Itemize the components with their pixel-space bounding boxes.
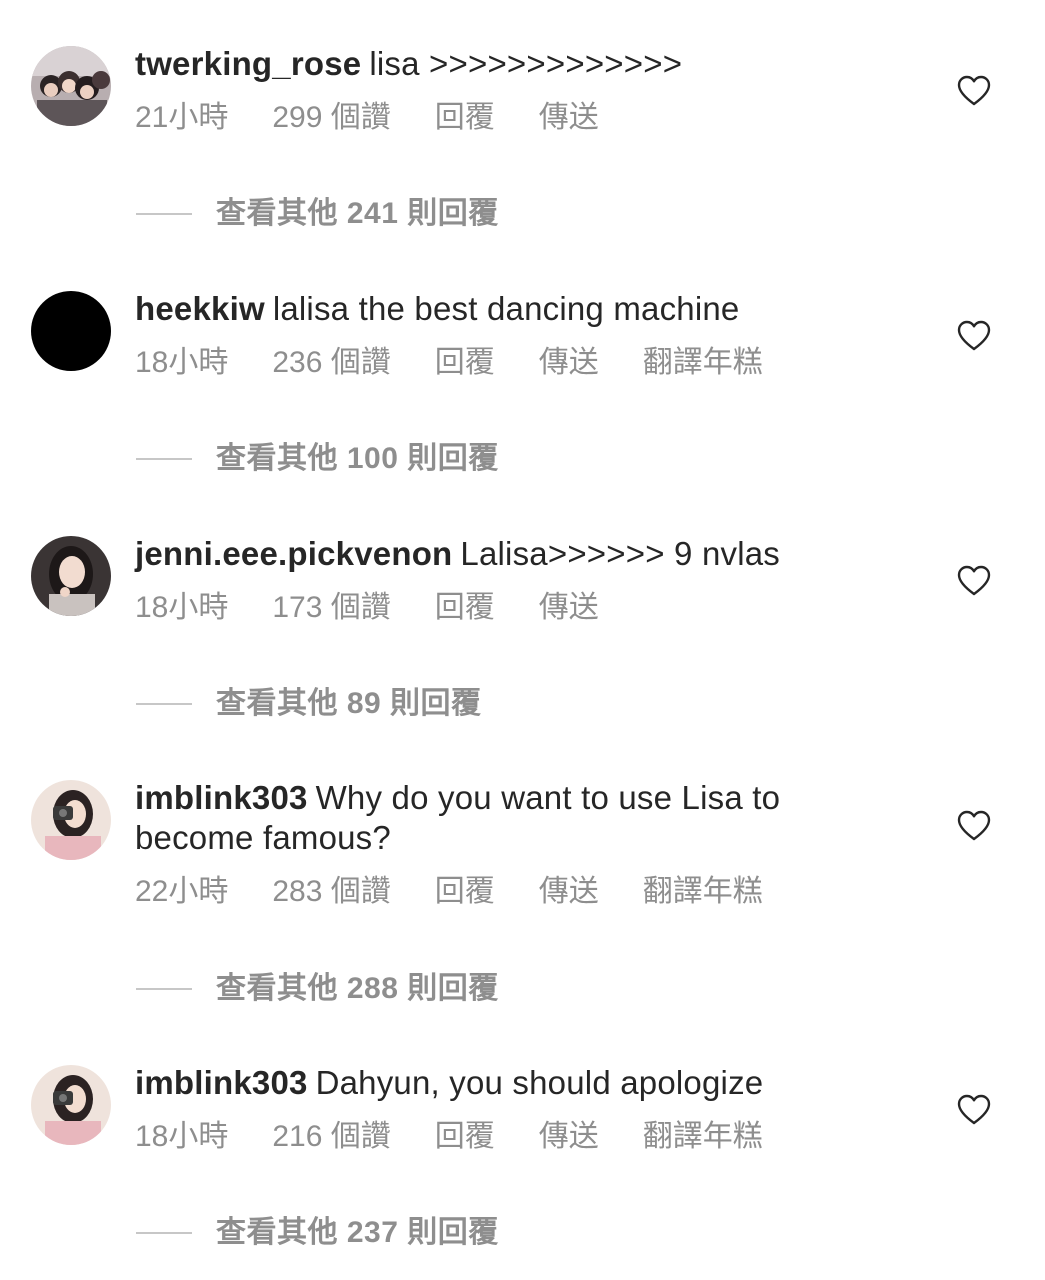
comment-body: jenni.eee.pickvenon Lalisa>>>>>> 9 nvlas … xyxy=(135,534,895,626)
likes-count[interactable]: 299 個讚 xyxy=(272,100,390,136)
comment-text: twerking_rose lisa >>>>>>>>>>>>> xyxy=(135,44,895,84)
comment-message: lisa >>>>>>>>>>>>> xyxy=(369,45,683,82)
username[interactable]: imblink303 xyxy=(135,1064,308,1101)
comment-body: heekkiw lalisa the best dancing machine 1… xyxy=(135,289,895,381)
likes-count[interactable]: 236 個讚 xyxy=(272,345,390,381)
comment-body: imblink303 Dahyun, you should apologize 1… xyxy=(135,1063,895,1155)
comment-meta: 18小時 173 個讚 回覆 傳送 xyxy=(135,590,895,626)
divider-line xyxy=(136,458,192,460)
group-photo-avatar xyxy=(31,46,111,126)
divider-line xyxy=(136,213,192,215)
avatar[interactable] xyxy=(31,1065,111,1145)
avatar[interactable] xyxy=(31,291,111,371)
heart-icon[interactable] xyxy=(957,565,991,597)
view-replies-button[interactable]: 查看其他 100 則回覆 xyxy=(136,441,499,477)
divider-line xyxy=(136,988,192,990)
heart-icon[interactable] xyxy=(957,75,991,107)
reply-button[interactable]: 回覆 xyxy=(435,1119,495,1155)
translate-button[interactable]: 翻譯年糕 xyxy=(643,874,763,910)
view-replies-button[interactable]: 查看其他 237 則回覆 xyxy=(136,1215,499,1251)
heart-icon[interactable] xyxy=(957,320,991,352)
view-replies-label[interactable]: 查看其他 89 則回覆 xyxy=(216,686,482,722)
comment-meta: 22小時 283 個讚 回覆 傳送 翻譯年糕 xyxy=(135,874,895,910)
divider-line xyxy=(136,703,192,705)
view-replies-button[interactable]: 查看其他 241 則回覆 xyxy=(136,196,499,232)
comment-meta: 21小時 299 個讚 回覆 傳送 xyxy=(135,100,895,136)
comment-message: Dahyun, you should apologize xyxy=(315,1064,764,1101)
comment-body: twerking_rose lisa >>>>>>>>>>>>> 21小時 299… xyxy=(135,44,895,136)
timestamp: 22小時 xyxy=(135,875,229,908)
comment-text: jenni.eee.pickvenon Lalisa>>>>>> 9 nvlas xyxy=(135,534,895,574)
comment-meta: 18小時 216 個讚 回覆 傳送 翻譯年糕 xyxy=(135,1119,895,1155)
send-button[interactable]: 傳送 xyxy=(539,345,599,381)
timestamp: 18小時 xyxy=(135,346,229,379)
avatar[interactable] xyxy=(31,780,111,860)
reply-button[interactable]: 回覆 xyxy=(435,874,495,910)
comment-text: imblink303 Why do you want to use Lisa to… xyxy=(135,778,895,858)
camera-girl-avatar xyxy=(31,1065,111,1145)
username[interactable]: heekkiw xyxy=(135,290,265,327)
comment-text: imblink303 Dahyun, you should apologize xyxy=(135,1063,895,1103)
view-replies-label[interactable]: 查看其他 288 則回覆 xyxy=(216,971,499,1007)
send-button[interactable]: 傳送 xyxy=(539,1119,599,1155)
comment-body: imblink303 Why do you want to use Lisa to… xyxy=(135,778,895,910)
send-button[interactable]: 傳送 xyxy=(539,590,599,626)
likes-count[interactable]: 173 個讚 xyxy=(272,590,390,626)
translate-button[interactable]: 翻譯年糕 xyxy=(643,345,763,381)
view-replies-button[interactable]: 查看其他 89 則回覆 xyxy=(136,686,482,722)
username[interactable]: imblink303 xyxy=(135,779,308,816)
divider-line xyxy=(136,1232,192,1234)
black-circle-avatar xyxy=(31,291,111,371)
view-replies-button[interactable]: 查看其他 288 則回覆 xyxy=(136,971,499,1007)
send-button[interactable]: 傳送 xyxy=(539,100,599,136)
comment-meta: 18小時 236 個讚 回覆 傳送 翻譯年糕 xyxy=(135,345,895,381)
translate-button[interactable]: 翻譯年糕 xyxy=(643,1119,763,1155)
timestamp: 21小時 xyxy=(135,101,229,134)
reply-button[interactable]: 回覆 xyxy=(435,590,495,626)
likes-count[interactable]: 283 個讚 xyxy=(272,874,390,910)
portrait-avatar xyxy=(31,536,111,616)
send-button[interactable]: 傳送 xyxy=(539,874,599,910)
view-replies-label[interactable]: 查看其他 100 則回覆 xyxy=(216,441,499,477)
likes-count[interactable]: 216 個讚 xyxy=(272,1119,390,1155)
avatar[interactable] xyxy=(31,46,111,126)
view-replies-label[interactable]: 查看其他 237 則回覆 xyxy=(216,1215,499,1251)
username[interactable]: twerking_rose xyxy=(135,45,361,82)
view-replies-label[interactable]: 查看其他 241 則回覆 xyxy=(216,196,499,232)
reply-button[interactable]: 回覆 xyxy=(435,100,495,136)
reply-button[interactable]: 回覆 xyxy=(435,345,495,381)
timestamp: 18小時 xyxy=(135,1120,229,1153)
timestamp: 18小時 xyxy=(135,591,229,624)
comment-message: lalisa the best dancing machine xyxy=(272,290,740,327)
username[interactable]: jenni.eee.pickvenon xyxy=(135,535,452,572)
heart-icon[interactable] xyxy=(957,810,991,842)
comment-text: heekkiw lalisa the best dancing machine xyxy=(135,289,895,329)
comment-message: Lalisa>>>>>> 9 nvlas xyxy=(460,535,781,572)
heart-icon[interactable] xyxy=(957,1094,991,1126)
camera-girl-avatar xyxy=(31,780,111,860)
avatar[interactable] xyxy=(31,536,111,616)
